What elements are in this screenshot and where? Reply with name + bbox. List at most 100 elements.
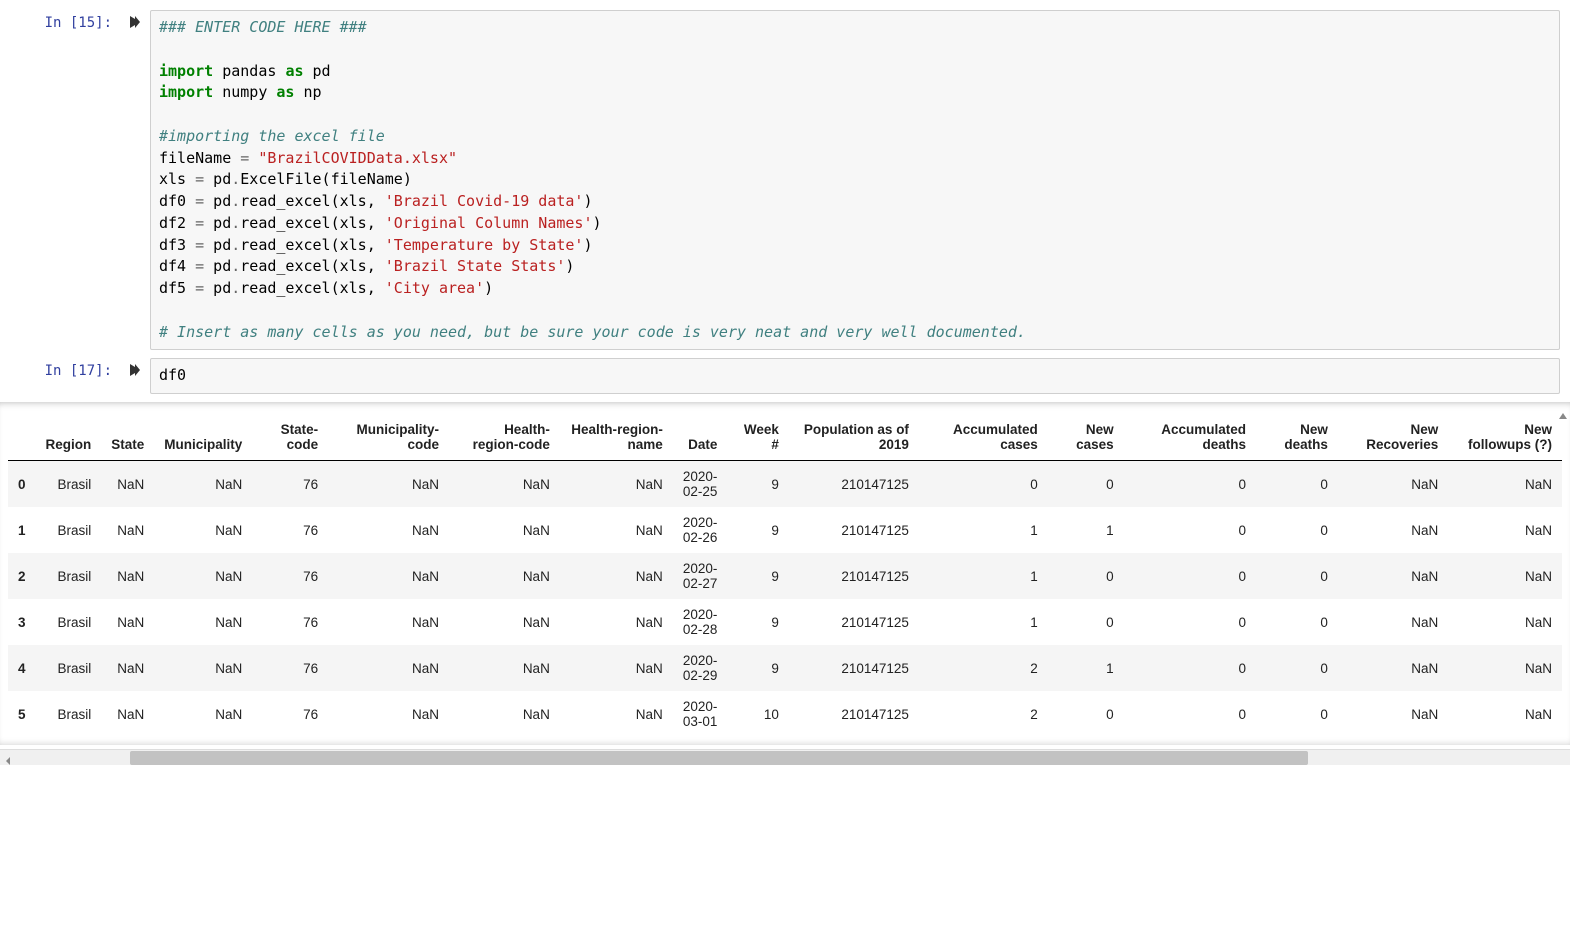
table-cell: NaN	[154, 599, 252, 645]
table-cell: 76	[252, 599, 328, 645]
table-row: 5BrasilNaNNaN76NaNNaNNaN2020-03-01102101…	[8, 691, 1562, 737]
column-header: Health-region-name	[560, 414, 673, 461]
table-cell: NaN	[154, 691, 252, 737]
vscroll-up-icon[interactable]	[1558, 408, 1568, 424]
input-prompt: In [15]:	[0, 10, 120, 31]
table-cell: NaN	[1448, 691, 1562, 737]
table-cell: 0	[1048, 691, 1124, 737]
table-cell: 1	[1048, 645, 1124, 691]
table-cell: 10	[727, 691, 789, 737]
table-cell: NaN	[449, 691, 560, 737]
table-cell: Brasil	[36, 645, 102, 691]
table-cell: Brasil	[36, 691, 102, 737]
table-cell: 0	[1124, 461, 1256, 508]
table-cell: NaN	[154, 645, 252, 691]
table-cell: Brasil	[36, 553, 102, 599]
row-index: 3	[8, 599, 36, 645]
table-cell: NaN	[328, 507, 449, 553]
table-cell: NaN	[449, 461, 560, 508]
table-cell: NaN	[560, 645, 673, 691]
column-header: Week #	[727, 414, 789, 461]
table-cell: 9	[727, 645, 789, 691]
table-cell: 9	[727, 507, 789, 553]
table-cell: NaN	[560, 461, 673, 508]
table-cell: NaN	[328, 599, 449, 645]
table-cell: 210147125	[789, 691, 919, 737]
column-header: New Recoveries	[1338, 414, 1448, 461]
scrollbar-thumb[interactable]	[130, 751, 1308, 765]
table-cell: 2020-02-27	[673, 553, 728, 599]
table-cell: 1	[919, 553, 1048, 599]
column-header: State	[101, 414, 154, 461]
code-input[interactable]: ### ENTER CODE HERE ### import pandas as…	[150, 10, 1560, 350]
code-cell-15: In [15]: ### ENTER CODE HERE ### import …	[0, 10, 1570, 350]
run-cell-icon[interactable]	[120, 358, 150, 379]
table-cell: 2020-02-25	[673, 461, 728, 508]
input-prompt: In [17]:	[0, 358, 120, 379]
code-input[interactable]: df0	[150, 358, 1560, 394]
table-cell: 0	[1124, 507, 1256, 553]
table-cell: NaN	[560, 553, 673, 599]
table-cell: NaN	[1448, 645, 1562, 691]
column-header: New followups (?)	[1448, 414, 1562, 461]
table-cell: 76	[252, 461, 328, 508]
table-cell: 2	[919, 645, 1048, 691]
column-header: Population as of 2019	[789, 414, 919, 461]
row-index: 1	[8, 507, 36, 553]
table-cell: Brasil	[36, 599, 102, 645]
table-cell: 0	[1256, 599, 1338, 645]
table-cell: Brasil	[36, 461, 102, 508]
table-cell: 210147125	[789, 461, 919, 508]
column-header: Accumulated cases	[919, 414, 1048, 461]
horizontal-scrollbar[interactable]	[0, 749, 1570, 765]
table-cell: Brasil	[36, 507, 102, 553]
table-cell: NaN	[101, 553, 154, 599]
table-cell: NaN	[449, 507, 560, 553]
column-header: Region	[36, 414, 102, 461]
table-cell: 0	[1124, 645, 1256, 691]
column-header: Health-region-code	[449, 414, 560, 461]
table-cell: NaN	[154, 553, 252, 599]
table-cell: NaN	[101, 599, 154, 645]
table-cell: NaN	[1448, 553, 1562, 599]
table-cell: 9	[727, 553, 789, 599]
row-index: 2	[8, 553, 36, 599]
table-cell: 9	[727, 461, 789, 508]
table-cell: 0	[1124, 691, 1256, 737]
table-cell: NaN	[328, 645, 449, 691]
column-header: New deaths	[1256, 414, 1338, 461]
table-cell: 76	[252, 507, 328, 553]
table-cell: 2020-02-28	[673, 599, 728, 645]
column-header: Date	[673, 414, 728, 461]
table-cell: NaN	[154, 461, 252, 508]
run-cell-icon[interactable]	[120, 10, 150, 31]
table-cell: NaN	[1338, 461, 1448, 508]
column-header: Municipality-code	[328, 414, 449, 461]
scroll-left-icon[interactable]	[4, 753, 12, 769]
table-cell: 0	[1124, 599, 1256, 645]
row-index: 4	[8, 645, 36, 691]
table-cell: 210147125	[789, 645, 919, 691]
column-header: State-code	[252, 414, 328, 461]
table-cell: 0	[1256, 461, 1338, 508]
table-cell: NaN	[1338, 645, 1448, 691]
table-cell: 210147125	[789, 553, 919, 599]
table-row: 0BrasilNaNNaN76NaNNaNNaN2020-02-25921014…	[8, 461, 1562, 508]
table-cell: NaN	[1338, 599, 1448, 645]
table-cell: 2020-02-26	[673, 507, 728, 553]
table-cell: 0	[1256, 691, 1338, 737]
table-cell: NaN	[101, 507, 154, 553]
table-cell: NaN	[449, 599, 560, 645]
table-cell: 1	[1048, 507, 1124, 553]
table-cell: NaN	[101, 645, 154, 691]
table-cell: NaN	[1448, 599, 1562, 645]
table-cell: NaN	[560, 599, 673, 645]
table-cell: 0	[1256, 553, 1338, 599]
notebook: In [15]: ### ENTER CODE HERE ### import …	[0, 0, 1570, 765]
table-cell: 0	[1048, 599, 1124, 645]
column-header: New cases	[1048, 414, 1124, 461]
table-cell: 1	[919, 507, 1048, 553]
output-area: RegionStateMunicipalityState-codeMunicip…	[0, 402, 1570, 745]
table-cell: 2020-03-01	[673, 691, 728, 737]
dataframe-table: RegionStateMunicipalityState-codeMunicip…	[8, 414, 1562, 737]
